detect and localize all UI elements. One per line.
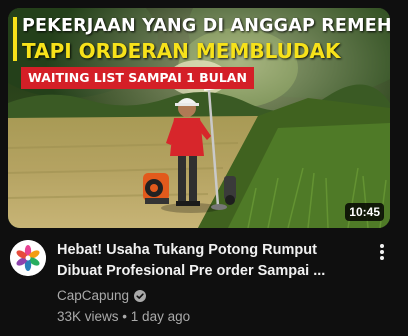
channel-name: CapCapung (57, 288, 130, 303)
thumbnail-headline-line2: TAPI ORDERAN MEMBLUDAK (22, 39, 341, 63)
video-title[interactable]: Hebat! Usaha Tukang Potong Rumput Dibuat… (57, 240, 357, 282)
view-count: 33K views (57, 309, 119, 324)
thumbnail-headline-line1: PEKERJAAN YANG DI ANGGAP REMEH (22, 16, 390, 36)
leaf-blower (143, 173, 169, 204)
video-card[interactable]: PEKERJAAN YANG DI ANGGAP REMEH TAPI ORDE… (0, 0, 408, 336)
stats-separator: • (122, 309, 128, 324)
channel-avatar[interactable] (10, 240, 46, 276)
thumbnail-banner: WAITING LIST SAMPAI 1 BULAN (21, 67, 254, 89)
channel-name-row[interactable]: CapCapung (57, 287, 357, 305)
video-meta: Hebat! Usaha Tukang Potong Rumput Dibuat… (57, 240, 357, 326)
video-title-line2: Dibuat Profesional Pre order Sampai ... (57, 263, 326, 279)
more-vert-icon (380, 244, 384, 260)
verified-check-icon (134, 290, 147, 302)
headline-accent-bar (13, 17, 17, 61)
video-thumbnail[interactable]: PEKERJAAN YANG DI ANGGAP REMEH TAPI ORDE… (8, 8, 390, 228)
more-options-button[interactable] (372, 240, 392, 264)
flower-logo-icon (10, 240, 46, 276)
upload-age: 1 day ago (130, 309, 191, 324)
video-stats: 33K views • 1 day ago (57, 308, 357, 326)
duration-badge: 10:45 (345, 203, 384, 221)
video-title-line1: Hebat! Usaha Tukang Potong Rumput (57, 242, 317, 258)
